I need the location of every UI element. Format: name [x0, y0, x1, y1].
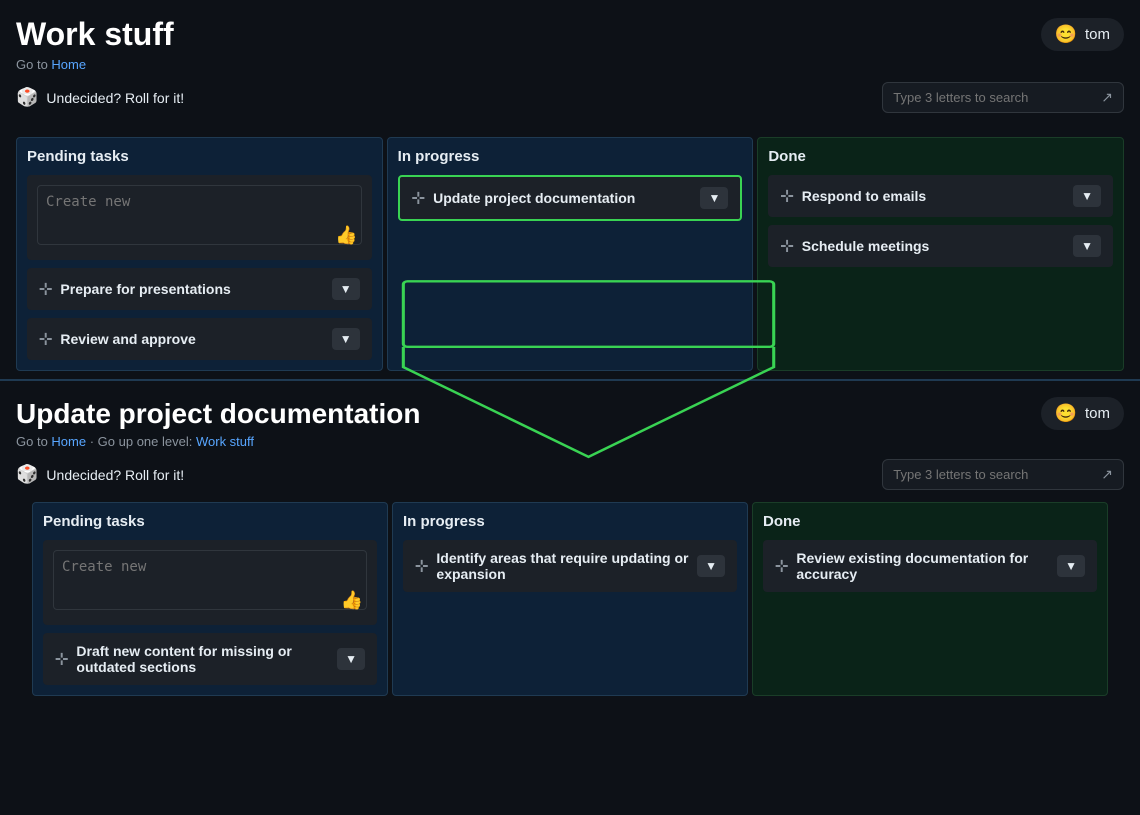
bottom-dice-icon: 🎲	[16, 464, 38, 485]
breadcrumb-home-link[interactable]: Home	[51, 57, 86, 72]
user-avatar-icon: 😊	[1055, 24, 1077, 45]
top-title: Work stuff	[16, 16, 174, 53]
bottom-pending-header: Pending tasks	[43, 513, 377, 530]
bottom-search-out-icon: ↗	[1101, 466, 1113, 483]
move-icon: ⊹	[775, 556, 788, 576]
move-icon: ⊹	[780, 186, 793, 206]
task-dropdown-btn[interactable]: ▼	[700, 187, 728, 209]
bottom-inprogress-col: In progress ⊹ Identify areas that requir…	[392, 502, 748, 696]
top-done-header: Done	[768, 148, 1113, 165]
task-dropdown-btn[interactable]: ▼	[697, 555, 725, 577]
roll-button[interactable]: 🎲 Undecided? Roll for it!	[16, 87, 184, 108]
task-update-project-doc[interactable]: ⊹ Update project documentation ▼	[398, 175, 743, 221]
top-done-col: Done ⊹ Respond to emails ▼ ⊹ Schedule me…	[757, 137, 1124, 371]
move-icon: ⊹	[39, 329, 52, 349]
task-dropdown-btn[interactable]: ▼	[1073, 185, 1101, 207]
create-new-input-bottom[interactable]	[53, 550, 367, 610]
move-icon: ⊹	[412, 188, 425, 208]
bottom-pending-col: Pending tasks 👍 ⊹ Draft new content for …	[32, 502, 388, 696]
task-prepare-presentations[interactable]: ⊹ Prepare for presentations ▼	[27, 268, 372, 310]
bottom-inprogress-header: In progress	[403, 513, 737, 530]
bottom-title: Update project documentation	[16, 398, 420, 430]
bottom-header: Update project documentation 😊 tom	[16, 397, 1124, 430]
move-icon: ⊹	[780, 236, 793, 256]
move-icon: ⊹	[39, 279, 52, 299]
top-header: Work stuff 😊 tom	[16, 16, 1124, 53]
task-review-approve[interactable]: ⊹ Review and approve ▼	[27, 318, 372, 360]
task-respond-emails[interactable]: ⊹ Respond to emails ▼	[768, 175, 1113, 217]
breadcrumb: Go to Home	[16, 57, 1124, 72]
top-inprogress-header: In progress	[398, 148, 743, 165]
roll-label: Undecided? Roll for it!	[46, 90, 184, 106]
breadcrumb-sep: · Go up one level:	[90, 434, 196, 449]
bottom-section: Update project documentation 😊 tom Go to…	[0, 379, 1140, 708]
task-label: Identify areas that require updating or …	[436, 550, 697, 582]
task-dropdown-btn[interactable]: ▼	[1057, 555, 1085, 577]
bottom-user-avatar-icon: 😊	[1055, 403, 1077, 424]
search-box: ↗	[882, 82, 1124, 113]
bottom-done-col: Done ⊹ Review existing documentation for…	[752, 502, 1108, 696]
top-pending-col: Pending tasks 👍 ⊹ Prepare for presentati…	[16, 137, 383, 371]
bottom-kanban-board: Pending tasks 👍 ⊹ Draft new content for …	[16, 502, 1124, 696]
thumbs-up-icon: 👍	[335, 225, 357, 246]
task-label: Update project documentation	[433, 190, 635, 206]
breadcrumb-text: Go to	[16, 57, 51, 72]
task-dropdown-btn[interactable]: ▼	[332, 278, 360, 300]
bottom-roll-label: Undecided? Roll for it!	[46, 467, 184, 483]
task-label: Review and approve	[60, 331, 195, 347]
move-icon: ⊹	[55, 649, 68, 669]
search-input[interactable]	[893, 90, 1093, 105]
task-label: Respond to emails	[802, 188, 926, 204]
top-inprogress-col: In progress ⊹ Update project documentati…	[387, 137, 754, 371]
task-label: Schedule meetings	[802, 238, 930, 254]
bottom-search-box: ↗	[882, 459, 1124, 490]
task-dropdown-btn[interactable]: ▼	[1073, 235, 1101, 257]
top-section: Work stuff 😊 tom Go to Home 🎲 Undecided?…	[0, 0, 1140, 137]
bottom-roll-bar: 🎲 Undecided? Roll for it! ↗	[16, 459, 1124, 490]
top-kanban-wrapper: Pending tasks 👍 ⊹ Prepare for presentati…	[0, 137, 1140, 371]
task-dropdown-btn[interactable]: ▼	[337, 648, 365, 670]
task-draft-new-content[interactable]: ⊹ Draft new content for missing or outda…	[43, 633, 377, 685]
bottom-user-name: tom	[1085, 405, 1110, 422]
bottom-done-header: Done	[763, 513, 1097, 530]
search-out-icon: ↗	[1101, 89, 1113, 106]
dice-icon: 🎲	[16, 87, 38, 108]
top-kanban-board: Pending tasks 👍 ⊹ Prepare for presentati…	[0, 137, 1140, 371]
bottom-thumbs-up-icon: 👍	[341, 590, 363, 611]
bottom-breadcrumb: Go to Home · Go up one level: Work stuff	[16, 434, 1124, 449]
task-review-existing-docs[interactable]: ⊹ Review existing documentation for accu…	[763, 540, 1097, 592]
create-new-card-bottom: 👍	[43, 540, 377, 625]
create-new-card-top: 👍	[27, 175, 372, 260]
top-pending-header: Pending tasks	[27, 148, 372, 165]
move-icon: ⊹	[415, 556, 428, 576]
breadcrumb-parent-link[interactable]: Work stuff	[196, 434, 254, 449]
create-new-input-top[interactable]	[37, 185, 362, 245]
task-label: Review existing documentation for accura…	[796, 550, 1057, 582]
bottom-user-badge: 😊 tom	[1041, 397, 1124, 430]
breadcrumb-home-link[interactable]: Home	[51, 434, 86, 449]
task-schedule-meetings[interactable]: ⊹ Schedule meetings ▼	[768, 225, 1113, 267]
user-badge: 😊 tom	[1041, 18, 1124, 51]
roll-bar: 🎲 Undecided? Roll for it! ↗	[16, 82, 1124, 113]
task-label: Prepare for presentations	[60, 281, 230, 297]
bottom-search-input[interactable]	[893, 467, 1093, 482]
user-name: tom	[1085, 26, 1110, 43]
task-dropdown-btn[interactable]: ▼	[332, 328, 360, 350]
task-label: Draft new content for missing or outdate…	[76, 643, 337, 675]
bottom-roll-button[interactable]: 🎲 Undecided? Roll for it!	[16, 464, 184, 485]
breadcrumb-text1: Go to	[16, 434, 51, 449]
task-identify-areas[interactable]: ⊹ Identify areas that require updating o…	[403, 540, 737, 592]
